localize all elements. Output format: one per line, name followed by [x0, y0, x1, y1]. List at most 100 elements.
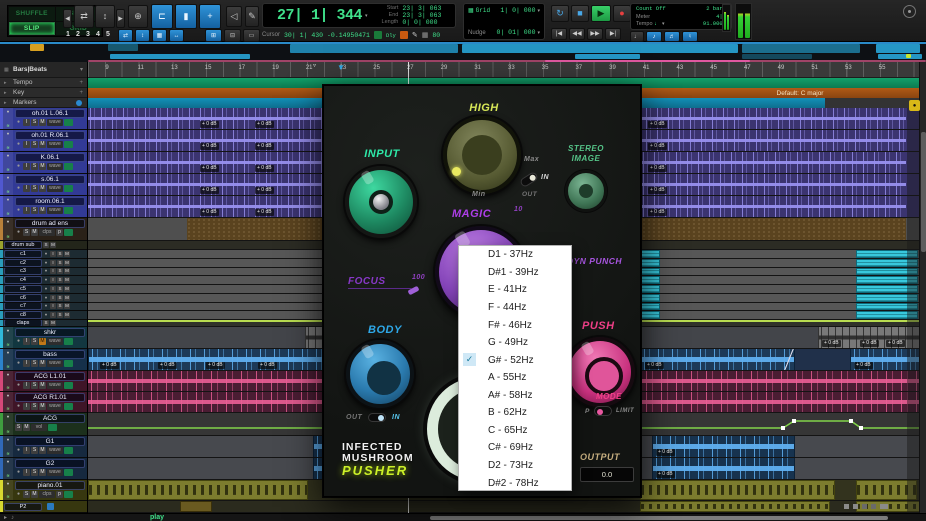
- track-mute-button[interactable]: M: [64, 294, 70, 301]
- fast-forward-button[interactable]: ▶▶: [587, 28, 603, 40]
- track-elastic-chip[interactable]: [64, 360, 73, 367]
- record-enable-icon[interactable]: ●: [7, 372, 10, 377]
- pencil-mini-icon[interactable]: ✎: [412, 31, 418, 39]
- track-mute-button[interactable]: M: [64, 277, 70, 284]
- track-name[interactable]: oh.01 L.06.1: [15, 109, 85, 118]
- track-header-c6[interactable]: c6 ● I S M: [0, 293, 87, 303]
- dropdown-item-ds1[interactable]: D#1 - 39Hz: [459, 264, 571, 282]
- clip-gain-label[interactable]: + 0 dB: [656, 449, 675, 456]
- dropdown-item-g[interactable]: G - 49Hz: [459, 334, 571, 352]
- audio-clip[interactable]: [641, 267, 660, 276]
- dropdown-item-c[interactable]: C - 65Hz: [459, 422, 571, 440]
- audio-clip[interactable]: [641, 285, 660, 293]
- track-mute-button[interactable]: M: [23, 424, 30, 431]
- track-elastic-chip[interactable]: [64, 491, 73, 498]
- track-lane-p2[interactable]: [88, 501, 920, 513]
- track-header-c2[interactable]: c2 ● I S M: [0, 258, 87, 268]
- key-signature-label[interactable]: Default: C major: [740, 90, 860, 97]
- track-mute-button[interactable]: M: [39, 338, 46, 345]
- track-view-selector[interactable]: wave: [47, 185, 63, 192]
- ruler-options-icon[interactable]: ▾: [80, 66, 83, 73]
- clip-gain-label[interactable]: + 0 dB: [648, 209, 667, 216]
- track-input-button[interactable]: I: [50, 303, 56, 310]
- count-off-label[interactable]: Count Off: [636, 6, 666, 12]
- clip-gain-label[interactable]: + 0 dB: [200, 209, 219, 216]
- track-header-drum-sub[interactable]: drum sub S M: [0, 241, 87, 250]
- track-rec-button[interactable]: ●: [15, 338, 22, 345]
- track-view-selector[interactable]: wave: [47, 163, 63, 170]
- clip-gain-label[interactable]: + 0 dB: [648, 187, 667, 194]
- track-input-button[interactable]: I: [23, 338, 30, 345]
- record-enable-icon[interactable]: ●: [7, 328, 10, 333]
- track-rec-button[interactable]: ●: [43, 286, 49, 292]
- clip-gain-label[interactable]: + 0 dB: [100, 362, 119, 369]
- audio-clip[interactable]: [630, 196, 906, 217]
- audio-clip[interactable]: [641, 311, 660, 319]
- track-elastic-chip[interactable]: [64, 447, 73, 454]
- track-name[interactable]: claps: [4, 320, 42, 326]
- track-mute-button[interactable]: M: [39, 469, 46, 476]
- track-mute-button[interactable]: M: [31, 491, 38, 498]
- horizontal-scrollbar[interactable]: [430, 516, 888, 520]
- track-solo-button[interactable]: S: [31, 141, 38, 148]
- track-input-button[interactable]: I: [23, 185, 30, 192]
- record-enable-icon[interactable]: ●: [7, 350, 10, 355]
- input-knob[interactable]: [345, 166, 417, 238]
- track-view-selector[interactable]: wave: [47, 207, 63, 214]
- count-off-button[interactable]: ♪: [646, 31, 662, 42]
- track-name[interactable]: c5: [4, 285, 42, 293]
- track-rec-button[interactable]: ●: [43, 251, 49, 257]
- track-header-c7[interactable]: c7 ● I S M: [0, 302, 87, 312]
- audio-clip[interactable]: [640, 480, 835, 500]
- track-elastic-chip[interactable]: [64, 163, 73, 170]
- track-view-selector[interactable]: wave: [47, 469, 63, 476]
- track-mute-button[interactable]: M: [64, 285, 70, 292]
- track-mute-button[interactable]: M: [64, 268, 70, 275]
- track-rec-button[interactable]: ●: [15, 491, 22, 498]
- track-input-button[interactable]: I: [50, 268, 56, 275]
- elastic-audio-icon[interactable]: ≋: [6, 342, 9, 347]
- end-value[interactable]: 23| 3| 063: [402, 12, 441, 19]
- mode-slip[interactable]: SLIP: [9, 21, 55, 35]
- track-mute-button[interactable]: M: [64, 303, 70, 310]
- elastic-audio-icon[interactable]: ≋: [6, 451, 9, 456]
- grid-caret-icon[interactable]: ▾: [537, 8, 540, 14]
- record-enable-icon[interactable]: ●: [7, 153, 10, 158]
- record-enable-icon[interactable]: ●: [7, 131, 10, 136]
- go-to-end-button[interactable]: ▶|: [605, 28, 621, 40]
- nudge-caret-icon[interactable]: ▾: [537, 30, 540, 36]
- track-rec-button[interactable]: ●: [15, 163, 22, 170]
- scrubber-tool[interactable]: ◁: [226, 6, 242, 27]
- track-height-widget-icon[interactable]: ●: [909, 100, 920, 111]
- track-header-c5[interactable]: c5 ● I S M: [0, 285, 87, 294]
- clip-gain-label[interactable]: + 0 dB: [206, 362, 225, 369]
- track-mute-button[interactable]: M: [39, 163, 46, 170]
- track-mute-button[interactable]: M: [39, 119, 46, 126]
- ruler-name-bars-beats[interactable]: ▦ Bars|Beats ▾: [0, 62, 87, 78]
- zoom-fit-button[interactable]: ▦: [152, 29, 167, 42]
- track-rec-button[interactable]: ●: [15, 360, 22, 367]
- track-solo-button[interactable]: S: [57, 259, 63, 266]
- track-header-acg-r1-01[interactable]: ● ≋ ACG R1.01 ● I S Mwave: [0, 392, 87, 413]
- tempo-note-icon[interactable]: ♩: [655, 21, 661, 27]
- track-rec-button[interactable]: ●: [43, 268, 49, 274]
- track-name[interactable]: K.06.1: [15, 153, 85, 162]
- meter-button[interactable]: ♬: [664, 31, 680, 42]
- track-input-button[interactable]: I: [23, 141, 30, 148]
- clip-gain-label[interactable]: + 0 dB: [656, 471, 675, 478]
- bottom-left-note-icon[interactable]: ♪: [11, 515, 14, 521]
- vertical-scrollbar-thumb[interactable]: [921, 132, 926, 252]
- track-rec-button[interactable]: ●: [43, 260, 49, 266]
- track-view-selector[interactable]: wave: [47, 360, 63, 367]
- track-solo-button[interactable]: S: [31, 338, 38, 345]
- track-solo-button[interactable]: S: [31, 382, 38, 389]
- clip-gain-label[interactable]: + 0 dB: [648, 143, 667, 150]
- track-name[interactable]: ACG L1.01: [15, 372, 85, 381]
- record-enable-icon[interactable]: ●: [7, 109, 10, 114]
- nav-right-button[interactable]: ▸: [116, 9, 125, 28]
- track-solo-button[interactable]: S: [57, 268, 63, 275]
- zoom-preset-1[interactable]: 1: [66, 31, 70, 38]
- track-name[interactable]: s.06.1: [15, 175, 85, 184]
- loop-playback-button[interactable]: ↻: [551, 5, 569, 22]
- track-rec-button[interactable]: ●: [43, 312, 49, 318]
